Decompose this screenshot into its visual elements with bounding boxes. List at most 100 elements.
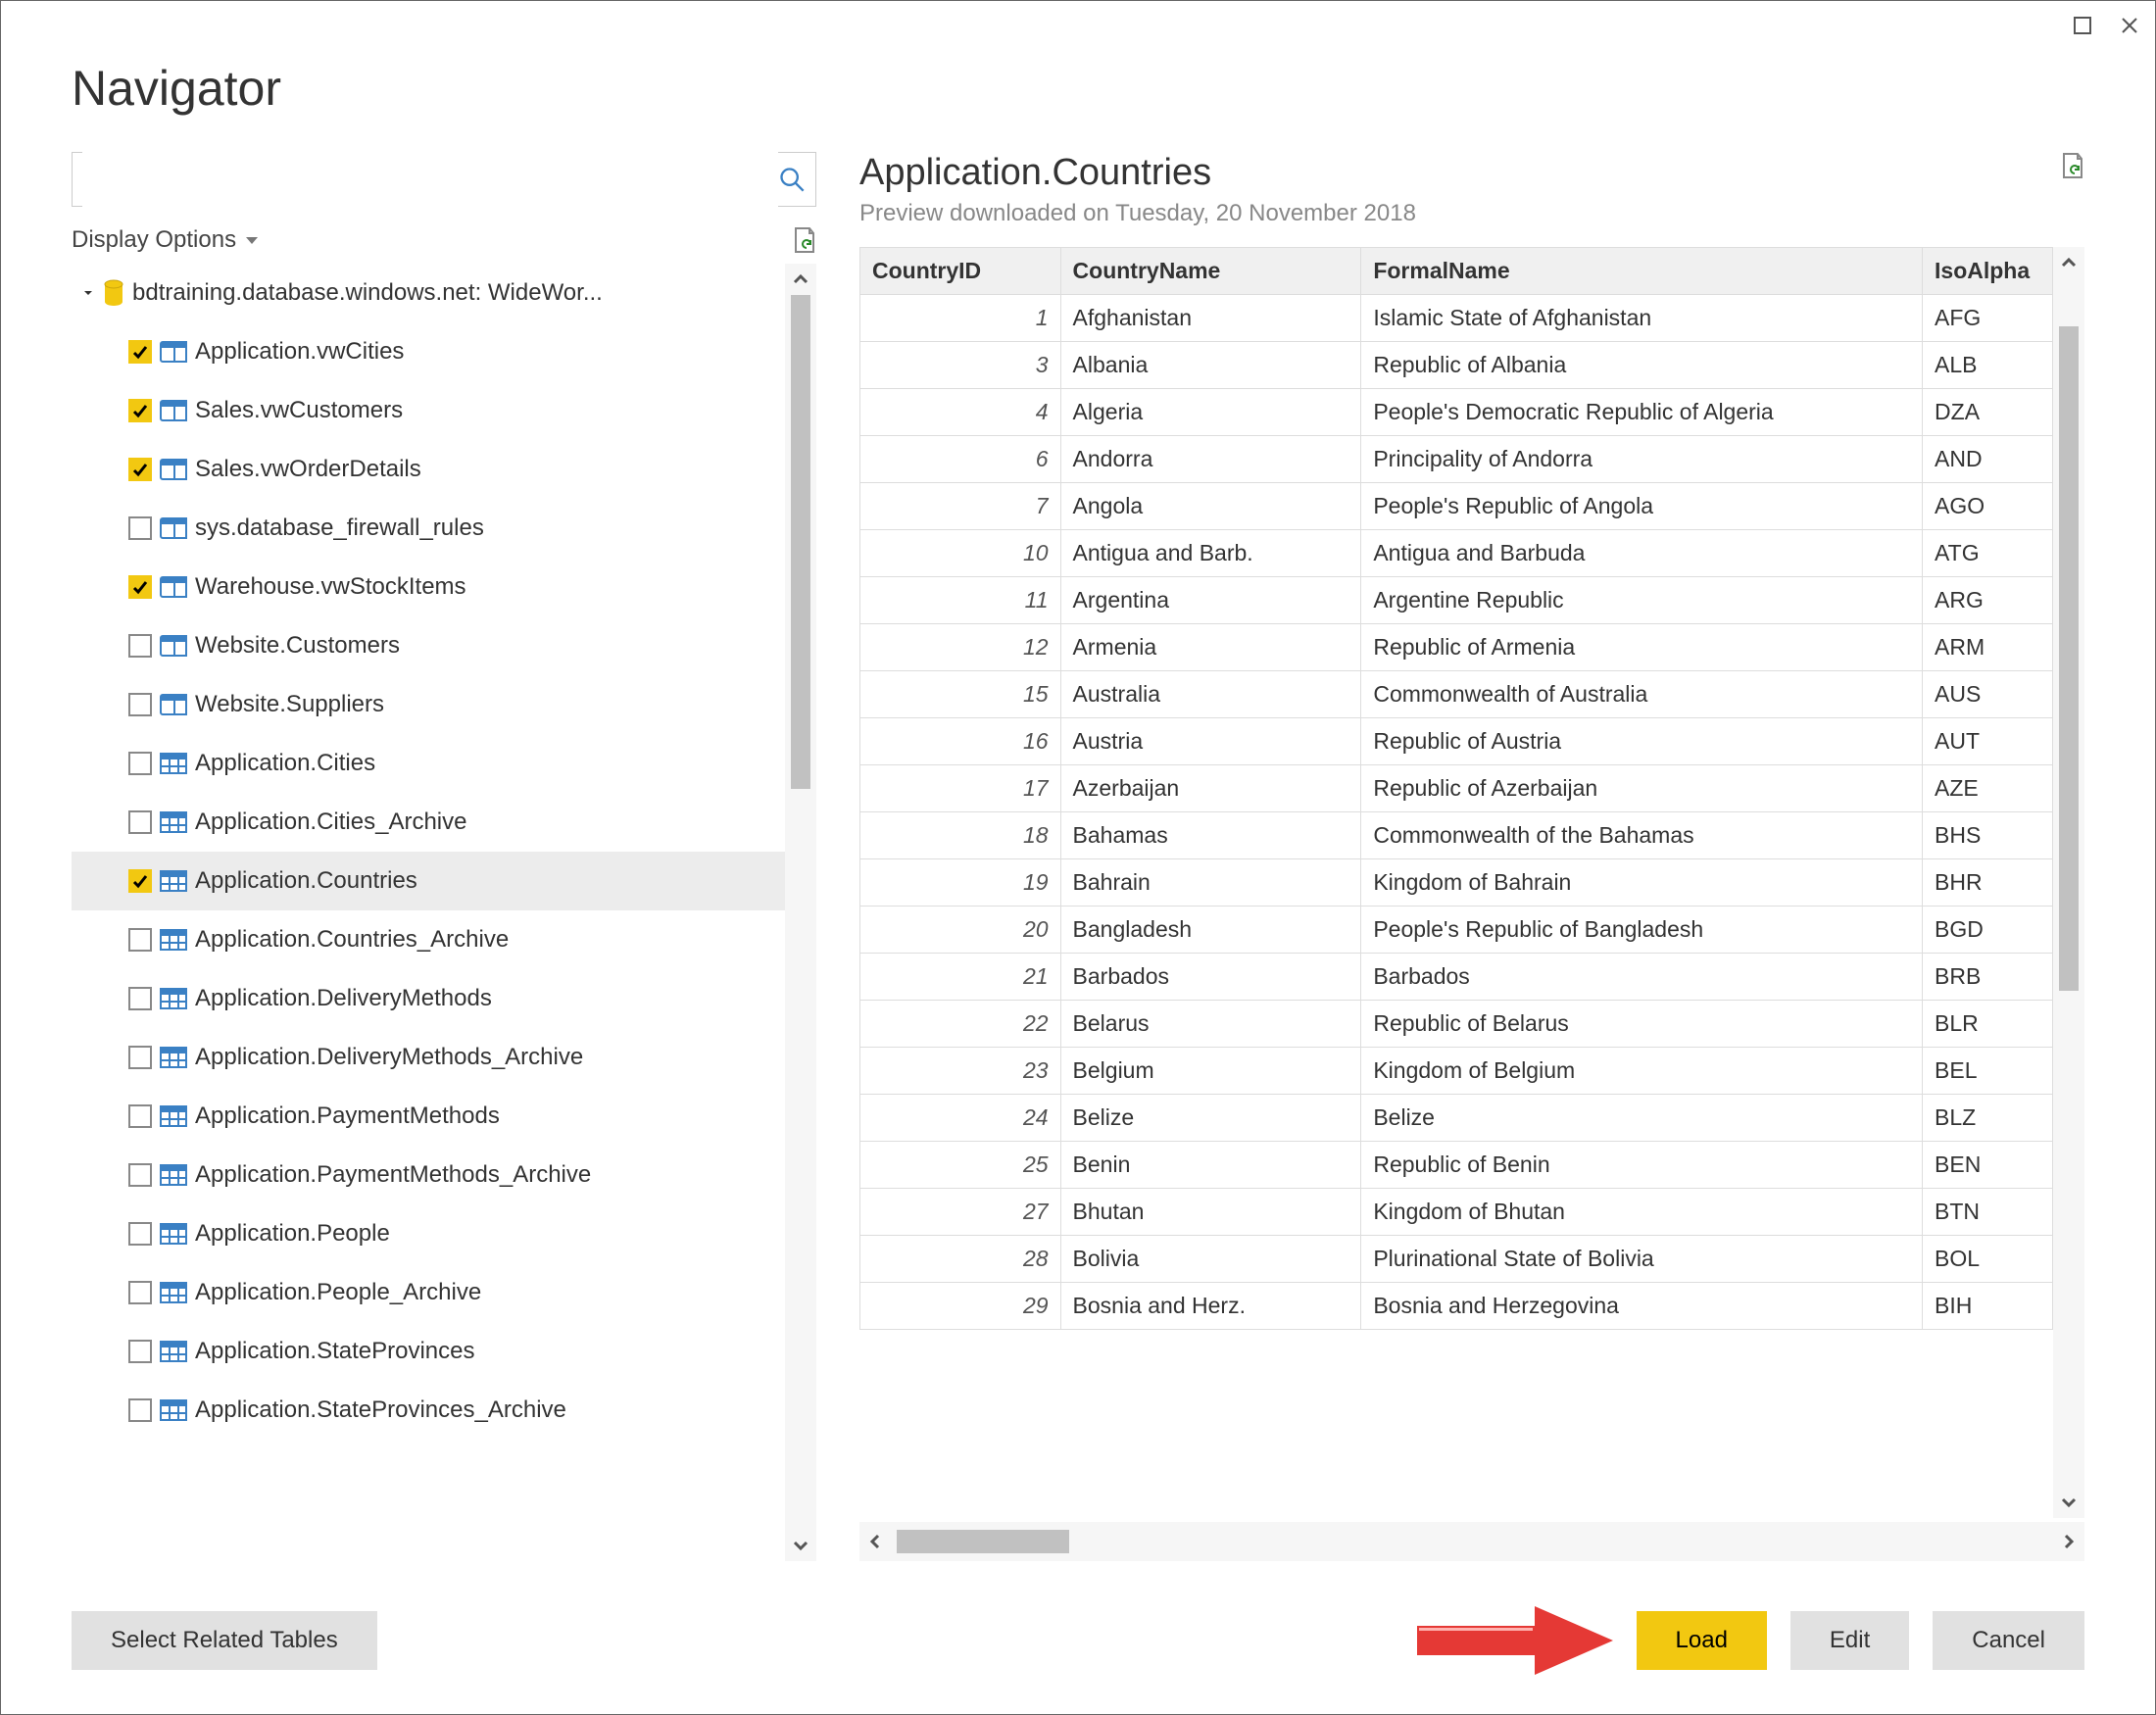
tree-item-checkbox[interactable] [128, 634, 152, 658]
table-row[interactable]: 20BangladeshPeople's Republic of Banglad… [860, 906, 2053, 954]
search-input[interactable] [82, 152, 778, 207]
tree-item[interactable]: Warehouse.vwStockItems [72, 558, 785, 616]
tree-item[interactable]: Website.Customers [72, 616, 785, 675]
table-row[interactable]: 25BeninRepublic of BeninBEN [860, 1142, 2053, 1189]
tree-item[interactable]: Application.People_Archive [72, 1263, 785, 1322]
cell-iso: BIH [1923, 1283, 2053, 1330]
table-horizontal-scrollbar[interactable] [859, 1522, 2084, 1561]
tree-item[interactable]: Application.vwCities [72, 322, 785, 381]
tree-item[interactable]: Website.Suppliers [72, 675, 785, 734]
table-row[interactable]: 21BarbadosBarbadosBRB [860, 954, 2053, 1001]
search-box[interactable] [72, 152, 816, 207]
tree-item[interactable]: Application.DeliveryMethods_Archive [72, 1028, 785, 1087]
tree-item-label: Application.Cities_Archive [195, 810, 466, 834]
tree-item-checkbox[interactable] [128, 1163, 152, 1187]
cell-countryname: Belgium [1060, 1048, 1361, 1095]
tree-item-checkbox[interactable] [128, 1104, 152, 1128]
tree-item-checkbox[interactable] [128, 1340, 152, 1363]
table-row[interactable]: 22BelarusRepublic of BelarusBLR [860, 1001, 2053, 1048]
tree-item-checkbox[interactable] [128, 575, 152, 599]
display-options-dropdown[interactable]: Display Options [72, 226, 258, 254]
scroll-down-icon[interactable] [791, 1536, 810, 1555]
table-row[interactable]: 16AustriaRepublic of AustriaAUT [860, 718, 2053, 765]
tree-scrollbar[interactable] [785, 264, 816, 1561]
tree-item[interactable]: Application.DeliveryMethods [72, 969, 785, 1028]
column-header[interactable]: FormalName [1361, 248, 1923, 295]
cell-countryname: Afghanistan [1060, 295, 1361, 342]
table-row[interactable]: 23BelgiumKingdom of BelgiumBEL [860, 1048, 2053, 1095]
table-icon [160, 1282, 187, 1303]
tree-item[interactable]: Application.PaymentMethods [72, 1087, 785, 1146]
tree-item-checkbox[interactable] [128, 987, 152, 1010]
cell-countryname: Algeria [1060, 389, 1361, 436]
refresh-preview-icon[interactable] [2061, 152, 2084, 179]
tree-item[interactable]: Application.Countries_Archive [72, 910, 785, 969]
scroll-down-icon[interactable] [2059, 1493, 2079, 1512]
table-row[interactable]: 10Antigua and Barb.Antigua and BarbudaAT… [860, 530, 2053, 577]
tree-item[interactable]: Sales.vwOrderDetails [72, 440, 785, 499]
column-header[interactable]: IsoAlpha [1923, 248, 2053, 295]
tree-item-checkbox[interactable] [128, 458, 152, 481]
table-row[interactable]: 1AfghanistanIslamic State of Afghanistan… [860, 295, 2053, 342]
table-row[interactable]: 18BahamasCommonwealth of the BahamasBHS [860, 812, 2053, 859]
table-vertical-scrollbar[interactable] [2053, 247, 2084, 1518]
tree-item-checkbox[interactable] [128, 516, 152, 540]
scroll-left-icon[interactable] [865, 1532, 885, 1551]
load-button[interactable]: Load [1637, 1611, 1767, 1670]
table-row[interactable]: 29Bosnia and Herz.Bosnia and Herzegovina… [860, 1283, 2053, 1330]
close-icon[interactable] [2120, 16, 2139, 35]
table-row[interactable]: 3AlbaniaRepublic of AlbaniaALB [860, 342, 2053, 389]
refresh-page-icon[interactable] [793, 226, 816, 254]
tree-item-checkbox[interactable] [128, 1046, 152, 1069]
tree-item-checkbox[interactable] [128, 869, 152, 893]
preview-table[interactable]: CountryIDCountryNameFormalNameIsoAlpha1A… [859, 247, 2053, 1330]
table-row[interactable]: 17AzerbaijanRepublic of AzerbaijanAZE [860, 765, 2053, 812]
table-row[interactable]: 19BahrainKingdom of BahrainBHR [860, 859, 2053, 906]
tree-item[interactable]: sys.database_firewall_rules [72, 499, 785, 558]
scroll-up-icon[interactable] [2059, 253, 2079, 272]
edit-button[interactable]: Edit [1790, 1611, 1909, 1670]
table-row[interactable]: 4AlgeriaPeople's Democratic Republic of … [860, 389, 2053, 436]
tree-item-checkbox[interactable] [128, 1281, 152, 1304]
select-related-tables-button[interactable]: Select Related Tables [72, 1611, 377, 1670]
tree-item-checkbox[interactable] [128, 752, 152, 775]
tree-item-checkbox[interactable] [128, 928, 152, 952]
tree-item-checkbox[interactable] [128, 1222, 152, 1246]
scroll-right-icon[interactable] [2059, 1532, 2079, 1551]
tree-item-checkbox[interactable] [128, 693, 152, 716]
column-header[interactable]: CountryID [860, 248, 1061, 295]
cancel-button[interactable]: Cancel [1933, 1611, 2084, 1670]
cell-formalname: Republic of Austria [1361, 718, 1923, 765]
table-row[interactable]: 15AustraliaCommonwealth of AustraliaAUS [860, 671, 2053, 718]
tree-item-checkbox[interactable] [128, 1398, 152, 1422]
navigator-tree[interactable]: bdtraining.database.windows.net: WideWor… [72, 264, 785, 1561]
maximize-icon[interactable] [2073, 16, 2092, 35]
tree-item[interactable]: Application.StateProvinces [72, 1322, 785, 1381]
tree-root[interactable]: bdtraining.database.windows.net: WideWor… [72, 264, 785, 322]
tree-item[interactable]: Sales.vwCustomers [72, 381, 785, 440]
cell-countryname: Bahamas [1060, 812, 1361, 859]
cell-countryid: 18 [860, 812, 1061, 859]
table-row[interactable]: 27BhutanKingdom of BhutanBTN [860, 1189, 2053, 1236]
column-header[interactable]: CountryName [1060, 248, 1361, 295]
search-icon[interactable] [778, 166, 806, 193]
tree-item[interactable]: Application.Countries [72, 852, 785, 910]
tree-item[interactable]: Application.PaymentMethods_Archive [72, 1146, 785, 1204]
tree-item[interactable]: Application.People [72, 1204, 785, 1263]
cell-countryname: Andorra [1060, 436, 1361, 483]
table-row[interactable]: 7AngolaPeople's Republic of AngolaAGO [860, 483, 2053, 530]
table-row[interactable]: 12ArmeniaRepublic of ArmeniaARM [860, 624, 2053, 671]
table-row[interactable]: 11ArgentinaArgentine RepublicARG [860, 577, 2053, 624]
tree-item-checkbox[interactable] [128, 340, 152, 364]
tree-item-checkbox[interactable] [128, 399, 152, 422]
scroll-up-icon[interactable] [791, 270, 810, 289]
table-row[interactable]: 28BoliviaPlurinational State of BoliviaB… [860, 1236, 2053, 1283]
tree-item[interactable]: Application.Cities [72, 734, 785, 793]
tree-item-checkbox[interactable] [128, 810, 152, 834]
table-row[interactable]: 6AndorraPrincipality of AndorraAND [860, 436, 2053, 483]
footer: Select Related Tables Load Edit Cancel [72, 1596, 2084, 1685]
table-row[interactable]: 24BelizeBelizeBLZ [860, 1095, 2053, 1142]
tree-item[interactable]: Application.Cities_Archive [72, 793, 785, 852]
tree-item[interactable]: Application.StateProvinces_Archive [72, 1381, 785, 1440]
view-icon [160, 459, 187, 480]
